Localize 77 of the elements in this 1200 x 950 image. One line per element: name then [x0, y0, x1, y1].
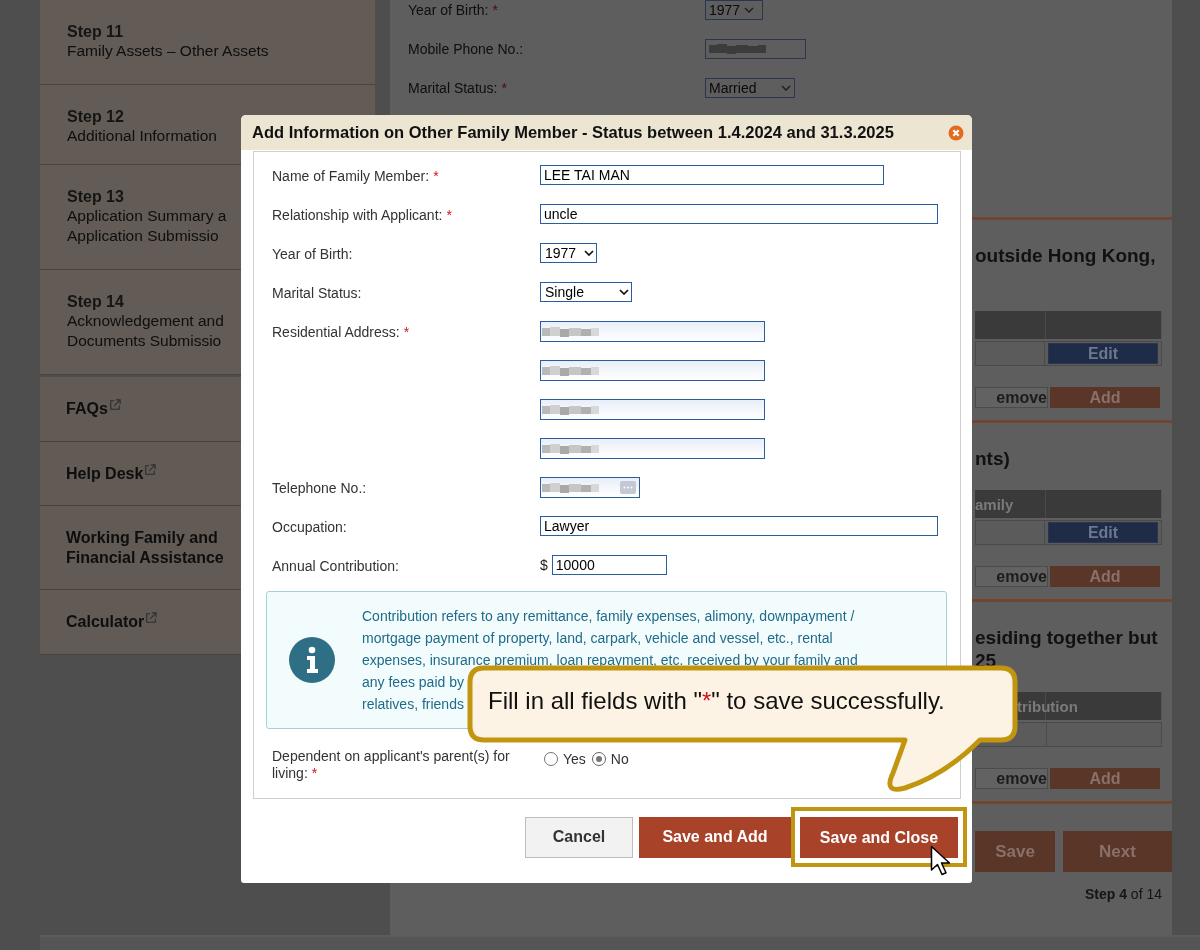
caret-icon — [744, 6, 755, 13]
caret-icon — [781, 84, 791, 91]
select-field[interactable]: 1977 — [705, 0, 763, 20]
field-label: Year of Birth: * — [408, 1, 499, 18]
step-number: Step 14 — [67, 292, 124, 311]
step-title: Family Assets – Other Assets — [67, 41, 269, 61]
close-icon[interactable] — [948, 124, 964, 141]
remove-button[interactable]: emove — [975, 387, 1048, 408]
blurred-text — [542, 402, 602, 417]
text-field[interactable] — [705, 38, 806, 59]
text-field[interactable] — [540, 321, 765, 342]
sidebar-link[interactable]: Help Desk — [66, 463, 144, 483]
text-field[interactable] — [540, 399, 765, 420]
step-title: Additional Information — [67, 126, 217, 146]
radio-button[interactable] — [544, 752, 558, 766]
info-icon — [289, 637, 335, 683]
add-button[interactable]: Add — [1050, 768, 1160, 789]
text-field[interactable]: LEE TAI MAN — [540, 165, 884, 185]
step-number: Step 13 — [67, 187, 124, 206]
edit-button[interactable]: Edit — [1048, 343, 1158, 364]
blurred-text — [542, 324, 602, 339]
step-title: Documents Submissio — [67, 330, 222, 350]
add-button[interactable]: Add — [1050, 387, 1160, 408]
step-title: Application Submissio — [67, 225, 219, 245]
blurred-text — [542, 363, 602, 378]
next-button[interactable]: Next — [1063, 831, 1172, 872]
section-heading: outside Hong Kong, — [975, 244, 1156, 267]
field-label: Occupation: — [272, 519, 347, 535]
info-text-line: relatives, friends — [362, 695, 464, 714]
field-label: Dependent on applicant's parent(s) for living: * — [272, 748, 511, 782]
blurred-text — [542, 480, 602, 495]
radio-label[interactable]: Yes — [563, 751, 586, 767]
section-heading: nts) — [975, 447, 1010, 470]
save-button[interactable]: Save — [975, 831, 1055, 872]
currency-symbol: $ — [540, 556, 548, 575]
select-field[interactable]: Married — [705, 77, 795, 98]
pointer-cursor-icon — [930, 845, 950, 877]
field-label: Telephone No.: — [272, 480, 367, 496]
cancel-button[interactable]: Cancel — [525, 816, 633, 858]
sidebar-link[interactable]: Financial Assistance — [66, 547, 224, 567]
step-title: Application Summary a — [67, 206, 227, 226]
step-title: Acknowledgement and — [67, 311, 224, 331]
add-button[interactable]: Add — [1050, 566, 1160, 587]
save-button[interactable]: Save and Add — [639, 816, 791, 858]
table-header: amily — [975, 490, 1162, 518]
step-number: Step 11 — [67, 22, 124, 41]
sidebar-link[interactable]: FAQs — [66, 399, 108, 419]
blurred-text — [542, 441, 602, 456]
radio-label[interactable]: No — [610, 751, 629, 767]
remove-button[interactable]: emove — [975, 566, 1048, 587]
callout-text: Fill in all fields with "*" to save successfully. — [488, 686, 945, 716]
radio-button[interactable] — [591, 752, 606, 766]
caret-icon — [584, 250, 594, 256]
sidebar-link[interactable]: Working Family and — [66, 528, 218, 548]
amount-field[interactable]: 10000 — [551, 555, 667, 575]
step-card[interactable]: Step 11 Family Assets – Other Assets — [40, 0, 375, 85]
select-field[interactable]: Single — [540, 282, 632, 302]
text-field[interactable]: uncle — [540, 204, 938, 224]
text-field[interactable] — [540, 438, 765, 459]
caret-icon — [619, 289, 629, 295]
remove-button[interactable]: emove — [975, 768, 1048, 789]
text-field[interactable] — [540, 360, 765, 381]
step-counter: Step 4 of 14 — [1084, 886, 1162, 902]
phone-field[interactable] — [540, 477, 640, 498]
info-text-line: any fees paid by — [362, 673, 464, 692]
field-label: Year of Birth: — [272, 246, 353, 262]
section-heading: esiding together but — [975, 626, 1158, 649]
sidebar-link[interactable]: Calculator — [66, 612, 145, 632]
step-number: Step 12 — [67, 107, 124, 126]
edit-button[interactable]: Edit — [1048, 522, 1158, 543]
blurred-text — [709, 41, 769, 56]
field-label: Mobile Phone No.: — [408, 40, 525, 57]
text-field[interactable]: Lawyer — [540, 516, 938, 536]
field-label: Marital Status: * — [408, 79, 508, 96]
select-field[interactable]: 1977 — [540, 243, 597, 263]
field-label: Marital Status: — [272, 285, 362, 301]
save-button[interactable]: Save and Close — [800, 817, 958, 858]
